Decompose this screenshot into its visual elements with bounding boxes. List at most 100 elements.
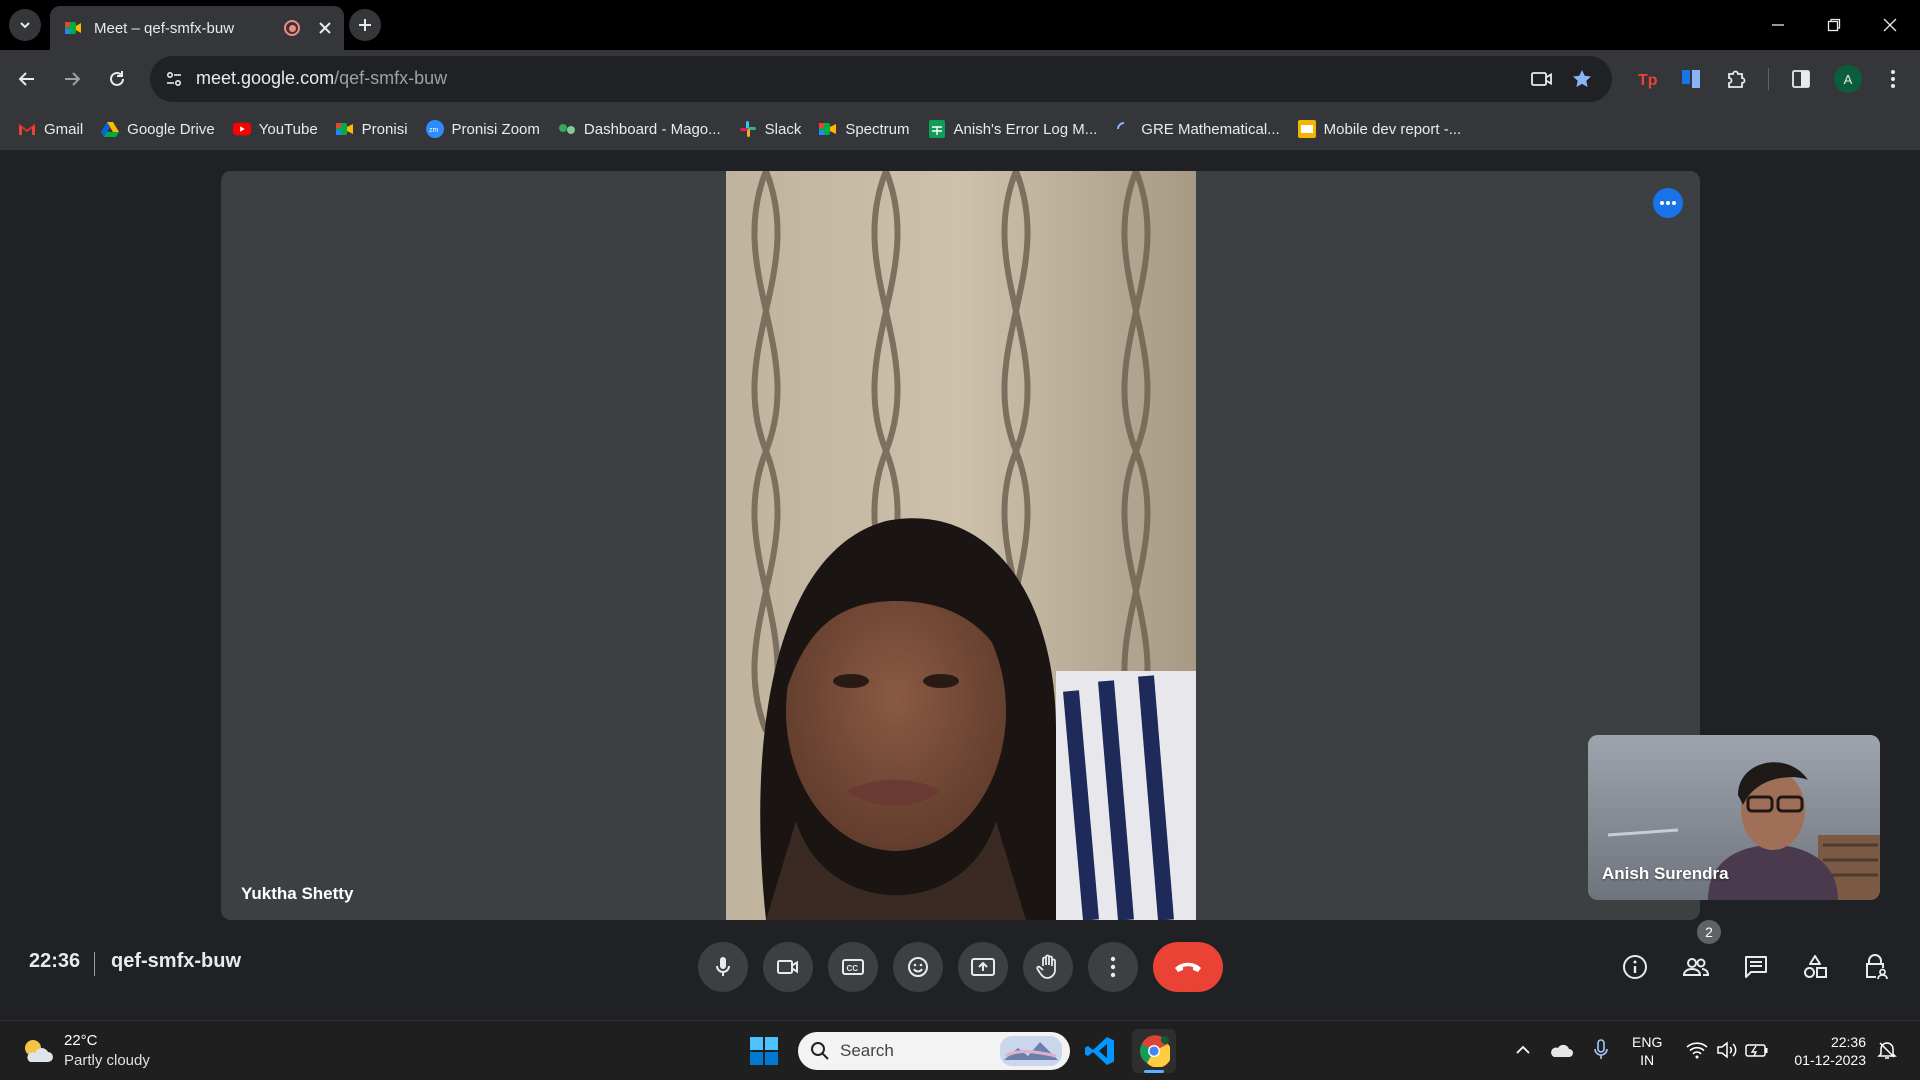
- arrow-left-icon: [17, 69, 37, 89]
- bookmark-label: Pronisi Zoom: [451, 120, 540, 138]
- bookmark-pronisi[interactable]: Pronisi: [332, 114, 418, 144]
- notifications-icon[interactable]: [1872, 1035, 1902, 1065]
- chrome-taskbar-button[interactable]: [1132, 1029, 1176, 1073]
- leave-call-button[interactable]: [1153, 942, 1223, 992]
- self-participant-name: Anish Surendra: [1602, 864, 1729, 883]
- bookmark-slack[interactable]: Slack: [735, 114, 812, 144]
- onedrive-icon[interactable]: [1546, 1035, 1576, 1065]
- search-highlight-icon: [1000, 1036, 1062, 1066]
- reload-button[interactable]: [100, 62, 134, 96]
- bookmark-label: Gmail: [44, 120, 84, 138]
- bookmark-error-log[interactable]: Anish's Error Log M...: [924, 114, 1108, 144]
- camera-in-use-icon[interactable]: [1530, 67, 1554, 91]
- bookmark-youtube[interactable]: YouTube: [229, 114, 328, 144]
- people-button[interactable]: [1671, 942, 1721, 992]
- bookmark-google-drive[interactable]: Google Drive: [97, 114, 225, 144]
- bookmark-label: Dashboard - Mago...: [583, 120, 721, 138]
- windows-taskbar: 22°C Partly cloudy Search ENG IN 22:36 0…: [0, 1020, 1920, 1080]
- bookmark-spectrum[interactable]: Spectrum: [815, 114, 919, 144]
- host-controls-button[interactable]: [1851, 942, 1901, 992]
- hang-up-icon: [1173, 960, 1203, 974]
- url-text[interactable]: meet.google.com/qef-smfx-buw: [196, 68, 447, 89]
- video-camera-icon: [776, 957, 800, 977]
- address-bar[interactable]: meet.google.com/qef-smfx-buw: [150, 56, 1612, 102]
- closed-captions-icon: CC: [841, 957, 865, 977]
- vscode-icon: [1084, 1035, 1116, 1067]
- minimize-button[interactable]: [1750, 0, 1806, 50]
- raise-hand-button[interactable]: [1023, 942, 1073, 992]
- lang-top: ENG: [1632, 1034, 1663, 1050]
- call-controls-bar: 22:36 qef-smfx-buw CC 2: [0, 920, 1920, 1020]
- captions-button[interactable]: CC: [828, 942, 878, 992]
- vscode-taskbar-button[interactable]: [1078, 1029, 1122, 1073]
- tab-search-button[interactable]: [9, 9, 41, 41]
- more-vertical-icon: [1110, 956, 1116, 978]
- reload-icon: [107, 69, 127, 89]
- tab-strip: Meet – qef-smfx-buw: [0, 0, 1920, 50]
- browser-menu-icon[interactable]: [1878, 64, 1908, 94]
- info-divider: [94, 952, 95, 976]
- recording-indicator-icon: [284, 20, 300, 36]
- shapes-icon: [1802, 954, 1828, 980]
- taskbar-search-box[interactable]: Search: [798, 1032, 1070, 1070]
- lock-person-icon: [1863, 953, 1889, 981]
- chat-button[interactable]: [1731, 942, 1781, 992]
- camera-button[interactable]: [763, 942, 813, 992]
- taskbar-date: 01-12-2023: [1794, 1052, 1866, 1068]
- svg-text:zm: zm: [429, 127, 439, 134]
- main-participant-tile[interactable]: Yuktha Shetty: [221, 171, 1700, 920]
- back-button[interactable]: [10, 62, 44, 96]
- google-drive-icon: [101, 120, 120, 138]
- meeting-details-button[interactable]: [1610, 942, 1660, 992]
- tile-options-button[interactable]: [1653, 188, 1683, 218]
- trello-extension-icon[interactable]: [1676, 64, 1706, 94]
- chrome-icon: [1138, 1035, 1170, 1067]
- show-hidden-icons[interactable]: [1508, 1035, 1538, 1065]
- bookmark-mobile-dev[interactable]: Mobile dev report -...: [1294, 114, 1472, 144]
- bookmark-star-icon[interactable]: [1570, 67, 1594, 91]
- tab-title: Meet – qef-smfx-buw: [94, 19, 235, 37]
- minimize-icon: [1771, 18, 1785, 32]
- youtube-icon: [232, 120, 251, 138]
- activities-button[interactable]: [1790, 942, 1840, 992]
- microphone-tray-icon[interactable]: [1586, 1035, 1616, 1065]
- self-view-tile[interactable]: Anish Surendra: [1588, 735, 1880, 900]
- microphone-button[interactable]: [698, 942, 748, 992]
- present-screen-icon: [970, 956, 996, 978]
- present-screen-button[interactable]: [958, 942, 1008, 992]
- bookmark-gre[interactable]: GRE Mathematical...: [1111, 114, 1289, 144]
- restore-button[interactable]: [1806, 0, 1862, 50]
- extensions-puzzle-icon[interactable]: [1721, 64, 1751, 94]
- bookmark-gmail[interactable]: Gmail: [14, 114, 93, 144]
- loading-icon: [1115, 120, 1133, 138]
- dashboard-icon: [558, 120, 576, 138]
- reactions-button[interactable]: [893, 942, 943, 992]
- tp-extension-icon[interactable]: Tp: [1632, 64, 1662, 94]
- browser-toolbar: meet.google.com/qef-smfx-buw Tp A: [0, 50, 1920, 108]
- side-panel-icon[interactable]: [1786, 64, 1816, 94]
- taskbar-clock[interactable]: 22:36 01-12-2023: [1780, 1033, 1866, 1069]
- start-button[interactable]: [742, 1029, 786, 1073]
- bookmark-dashboard[interactable]: Dashboard - Mago...: [554, 114, 731, 144]
- bookmark-pronisi-zoom[interactable]: zm Pronisi Zoom: [422, 114, 550, 144]
- bookmark-label: Anish's Error Log M...: [953, 120, 1098, 138]
- windows-logo-icon: [749, 1036, 779, 1066]
- search-icon: [810, 1041, 830, 1061]
- close-window-button[interactable]: [1862, 0, 1918, 50]
- svg-text:CC: CC: [847, 964, 859, 973]
- site-info-icon[interactable]: [162, 67, 186, 91]
- profile-avatar[interactable]: A: [1834, 65, 1862, 93]
- volume-icon[interactable]: [1712, 1035, 1742, 1065]
- wifi-icon[interactable]: [1682, 1035, 1712, 1065]
- bookmark-label: Mobile dev report -...: [1323, 120, 1462, 138]
- close-tab-icon[interactable]: [318, 21, 332, 35]
- bookmark-label: Spectrum: [845, 120, 910, 138]
- sheets-icon: [928, 120, 946, 138]
- input-language[interactable]: ENG IN: [1632, 1033, 1662, 1069]
- forward-button[interactable]: [55, 62, 89, 96]
- new-tab-button[interactable]: [349, 9, 381, 41]
- battery-icon[interactable]: [1742, 1035, 1772, 1065]
- weather-widget[interactable]: 22°C Partly cloudy: [20, 1031, 150, 1071]
- active-tab[interactable]: Meet – qef-smfx-buw: [50, 6, 344, 50]
- more-options-button[interactable]: [1088, 942, 1138, 992]
